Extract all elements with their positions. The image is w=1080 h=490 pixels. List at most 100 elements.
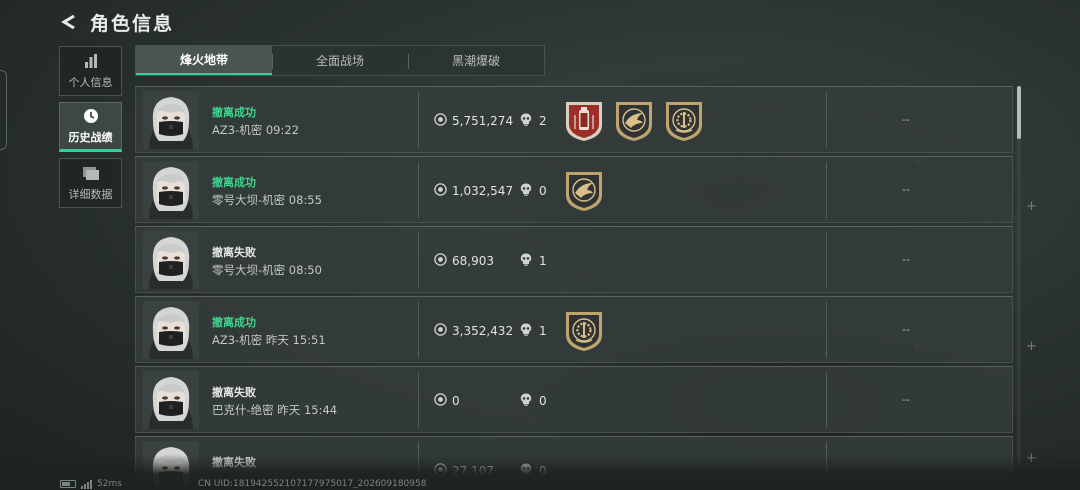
column-divider [418, 302, 419, 358]
map-and-time: 零号大坝-机密 08:50 [212, 263, 322, 277]
ping-text: 52ms [97, 479, 122, 489]
back-arrow-icon [61, 14, 75, 30]
asset-value-text: 1,032,547 [452, 184, 514, 198]
map-and-time: AZ3-机密 09:22 [212, 123, 300, 137]
kill-count-text: 0 [539, 394, 547, 408]
tab-hazard-zone[interactable]: 烽火地带 [136, 46, 272, 75]
folder-icon [82, 164, 100, 182]
asset-value-text: 5,751,274 [452, 114, 514, 128]
skull-icon [520, 323, 539, 339]
kill-count-text: 1 [539, 324, 547, 338]
kill-count: 0 [520, 393, 547, 409]
map-and-time: 巴克什-绝密 昨天 15:44 [212, 403, 338, 417]
extra-info: -- [902, 393, 910, 406]
coin-icon [434, 183, 452, 199]
uid-text: CN UID:18194255210717797501​7_2026091809… [197, 479, 427, 489]
asset-value: 1,032,547 [434, 183, 513, 199]
operator-avatar [143, 371, 199, 429]
match-row[interactable]: 撤离失败 巴克什-绝密 昨天 15:44 0 0 -- [135, 366, 1013, 433]
red-lantern-medal-icon[interactable] [563, 99, 613, 147]
extra-info: -- [902, 253, 910, 266]
match-row[interactable]: 撤离成功 零号大坝-机密 08:55 1,032,547 0 -- [135, 156, 1013, 223]
scrollbar-thumb[interactable] [1017, 86, 1021, 139]
column-divider [418, 232, 419, 288]
kill-count: 2 [520, 113, 547, 129]
side-item-personal-info[interactable]: 个人信息 [59, 46, 122, 96]
battery-icon [60, 480, 76, 488]
tab-full-battlefield[interactable]: 全面战场 [272, 46, 408, 75]
column-divider [826, 302, 827, 358]
tab-black-tide[interactable]: 黑潮爆破 [408, 46, 544, 75]
status-bar: 52ms CN UID:18194255210717797501​7_20260… [60, 478, 426, 490]
side-item-detailed-data[interactable]: 详细数据 [59, 158, 122, 208]
match-row[interactable]: 撤离成功 AZ3-机密 昨天 15:51 3,352,432 1 -- [135, 296, 1013, 363]
operator-avatar [143, 231, 199, 289]
coin-icon [434, 113, 452, 129]
asset-value: 5,751,274 [434, 113, 513, 129]
plus-decoration-icon: + [1026, 339, 1037, 354]
mode-tabs: 烽火地带 全面战场 黑潮爆破 [135, 45, 545, 76]
column-divider [826, 372, 827, 428]
side-item-label: 历史战绩 [68, 131, 113, 144]
extra-info: -- [902, 323, 910, 336]
page-title: 角色信息 [90, 12, 175, 35]
skull-icon [520, 183, 539, 199]
column-divider [418, 92, 419, 148]
operator-avatar [143, 161, 199, 219]
medal-list [563, 99, 713, 147]
kill-count: 1 [520, 253, 547, 269]
page-header: 角色信息 [58, 8, 174, 36]
match-row[interactable]: 撤离失败 零号大坝-机密 08:50 68,903 1 -- [135, 226, 1013, 293]
plus-decoration-icon: + [1026, 199, 1037, 214]
asset-value-text: 68,903 [452, 254, 494, 268]
map-and-time: AZ3-机密 昨天 15:51 [212, 333, 326, 347]
extra-info: -- [902, 113, 910, 126]
medal-list [563, 169, 613, 217]
skull-icon [520, 393, 539, 409]
extraction-result: 撤离成功 [212, 316, 256, 329]
match-row[interactable]: 撤离成功 AZ3-机密 09:22 5,751,274 2 -- [135, 86, 1013, 153]
signal-icon [81, 479, 93, 489]
asset-value: 68,903 [434, 253, 494, 269]
kill-count-text: 1 [539, 254, 547, 268]
column-divider [418, 162, 419, 218]
bar-chart-icon [82, 52, 100, 70]
clock-icon [82, 107, 100, 125]
asset-value: 0 [434, 393, 460, 409]
extraction-result: 撤离成功 [212, 176, 256, 189]
column-divider [826, 232, 827, 288]
gold-bird-medal-icon[interactable] [563, 169, 613, 217]
operator-avatar [143, 301, 199, 359]
side-nav: 个人信息 历史战绩 详细数据 [59, 46, 122, 214]
asset-value: 3,352,432 [434, 323, 513, 339]
back-button[interactable] [58, 8, 80, 36]
side-drawer-handle[interactable] [0, 70, 7, 150]
kill-count: 1 [520, 323, 547, 339]
extraction-result: 撤离失败 [212, 246, 256, 259]
asset-value-text: 3,352,432 [452, 324, 514, 338]
map-and-time: 零号大坝-机密 08:55 [212, 193, 322, 207]
gold-bird-medal-icon[interactable] [613, 99, 663, 147]
extraction-result: 撤离失败 [212, 386, 256, 399]
column-divider [826, 92, 827, 148]
coin-icon [434, 323, 452, 339]
column-divider [826, 162, 827, 218]
asset-value-text: 0 [452, 394, 460, 408]
match-history-list: 撤离成功 AZ3-机密 09:22 5,751,274 2 -- 撤离成功 零号… [135, 86, 1013, 490]
scrollbar-track [1017, 86, 1021, 466]
column-divider [418, 372, 419, 428]
skull-icon [520, 253, 539, 269]
gold-gear-medal-icon[interactable] [563, 309, 613, 357]
coin-icon [434, 393, 452, 409]
side-item-match-history[interactable]: 历史战绩 [59, 102, 122, 152]
skull-icon [520, 113, 539, 129]
kill-count-text: 0 [539, 184, 547, 198]
side-item-label: 详细数据 [68, 188, 113, 201]
kill-count: 0 [520, 183, 547, 199]
side-item-label: 个人信息 [68, 76, 113, 89]
extra-info: -- [902, 183, 910, 196]
medal-list [563, 309, 613, 357]
coin-icon [434, 253, 452, 269]
gold-gear-medal-icon[interactable] [663, 99, 713, 147]
extraction-result: 撤离成功 [212, 106, 256, 119]
